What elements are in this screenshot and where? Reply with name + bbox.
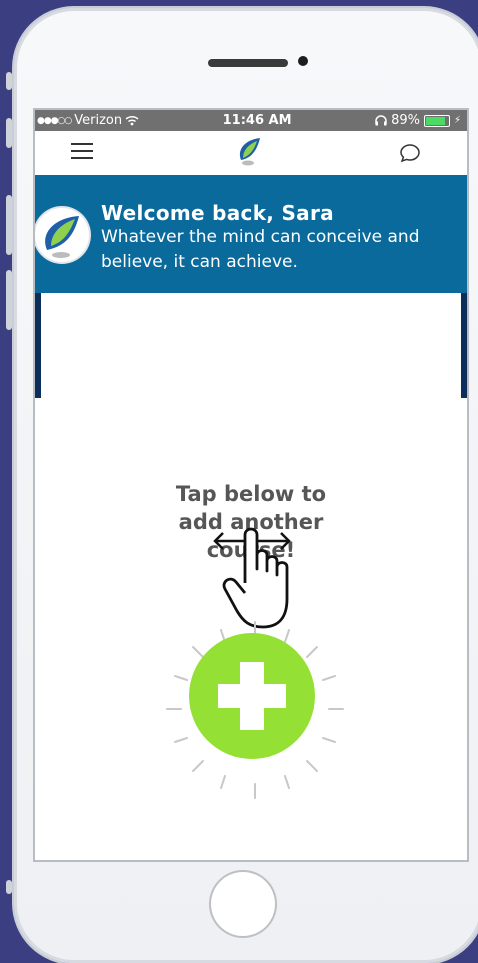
app-screen: ●●●○○ Verizon 11:46 AM 89% ⚡ Welcome bac…: [35, 110, 467, 860]
charging-bolt-icon: ⚡: [453, 115, 461, 126]
front-camera: [298, 56, 308, 66]
phone-bottom-switch: [6, 880, 12, 894]
wifi-icon: [125, 115, 139, 126]
leaf-logo-icon: [45, 216, 79, 258]
carrier-label: Verizon: [74, 113, 123, 128]
motivational-quote: Whatever the mind can conceive and belie…: [101, 227, 420, 272]
hamburger-icon: [71, 143, 93, 145]
welcome-heading: Welcome back, Sara: [101, 201, 334, 225]
top-nav-bar: [35, 131, 467, 176]
battery-icon: [423, 114, 450, 127]
card-edge-right: [461, 293, 467, 398]
swipe-hand-icon: [213, 527, 291, 629]
headphones-icon: [375, 115, 387, 126]
phone-volume-up-button: [6, 118, 12, 148]
prompt-line-1: Tap below to: [175, 482, 327, 506]
status-bar: ●●●○○ Verizon 11:46 AM 89% ⚡: [35, 110, 467, 131]
welcome-banner: Welcome back, Sara Whatever the mind can…: [35, 175, 467, 293]
leaf-logo-icon[interactable]: [235, 136, 263, 166]
battery-percent: 89%: [391, 113, 420, 128]
hamburger-menu-button[interactable]: [71, 143, 93, 159]
phone-volume-down-button: [6, 195, 12, 255]
avatar[interactable]: [35, 208, 89, 262]
home-button[interactable]: [211, 872, 275, 936]
add-course-button[interactable]: [189, 633, 315, 759]
earpiece-speaker: [208, 59, 288, 67]
signal-indicator: ●●●○○: [37, 115, 72, 126]
clock: 11:46 AM: [222, 113, 292, 128]
phone-power-button: [6, 270, 12, 330]
phone-silent-switch: [6, 72, 12, 90]
chat-icon[interactable]: [399, 142, 421, 164]
